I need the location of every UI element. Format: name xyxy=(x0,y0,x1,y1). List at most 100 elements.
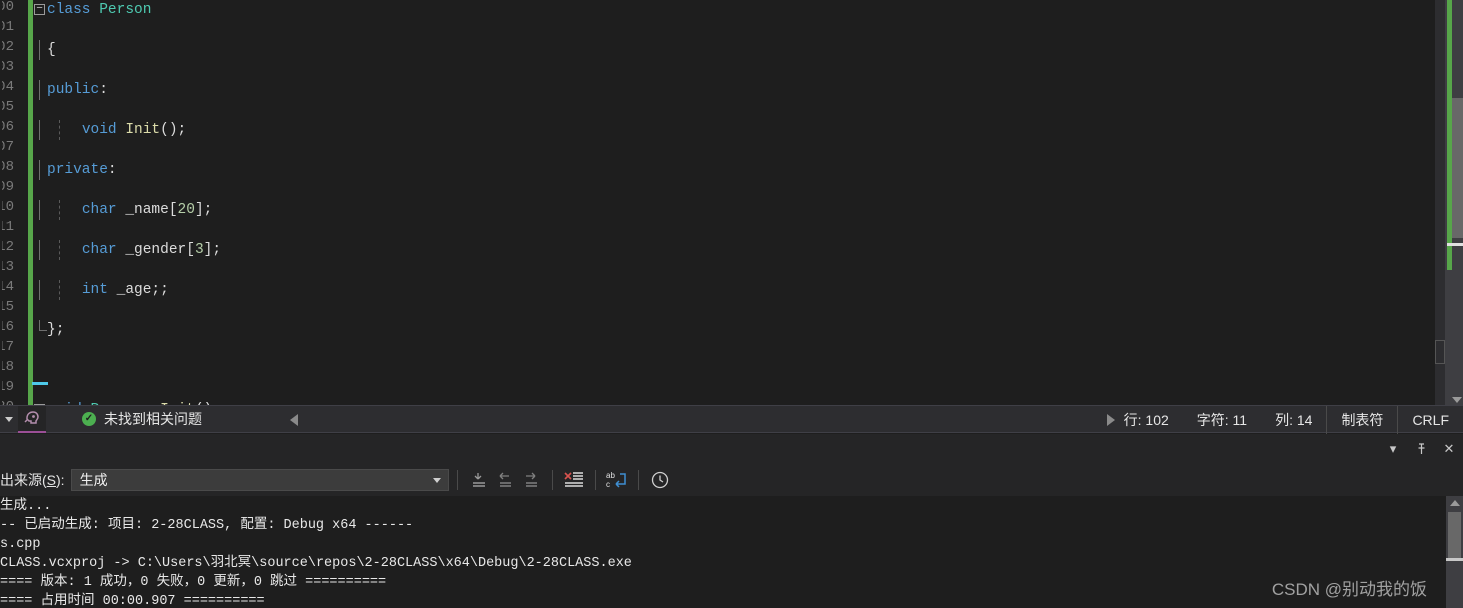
code-line-text: class Person xyxy=(47,0,151,20)
previous-message-icon xyxy=(499,472,511,487)
scroll-up-arrow-icon[interactable] xyxy=(1450,500,1460,506)
collapse-minus-icon[interactable]: − xyxy=(34,4,45,15)
line-number: 106 xyxy=(2,119,14,135)
code-line[interactable]: }; xyxy=(33,320,1435,340)
quick-actions-indicator[interactable] xyxy=(32,382,48,385)
previous-issue-button[interactable] xyxy=(283,406,305,434)
scrollbar-caret-mark xyxy=(1447,243,1463,246)
output-line: CLASS.vcxproj -> C:\Users\羽北冥\source\rep… xyxy=(0,556,632,571)
status-line-endings[interactable]: CRLF xyxy=(1397,406,1463,434)
output-text-area[interactable]: 生成... -- 已启动生成: 项目: 2-28CLASS, 配置: Debug … xyxy=(0,496,1463,608)
line-number: 112 xyxy=(2,239,14,255)
toggle-word-wrap-button[interactable]: ab c xyxy=(604,467,630,493)
code-token: [ xyxy=(186,242,195,258)
code-line-text: { xyxy=(47,40,56,60)
fold-guide-line xyxy=(39,240,40,260)
code-token: : xyxy=(107,162,117,178)
scroll-down-arrow-icon[interactable] xyxy=(1452,397,1462,403)
output-source-select[interactable]: 生成 xyxy=(70,469,449,491)
editor-scrollbar-thumb[interactable] xyxy=(1452,98,1463,238)
clock-icon xyxy=(651,471,668,489)
next-message-button[interactable] xyxy=(518,467,544,493)
svg-text:c: c xyxy=(606,480,610,489)
output-line: ==== 版本: 1 成功，0 失败，0 更新，0 跳过 ========== xyxy=(0,575,387,590)
status-column-number: 列: 14 xyxy=(1275,412,1313,428)
code-token: Init xyxy=(125,122,161,138)
output-toolbar: 出来源(S): 生成 ab c xyxy=(0,464,1463,496)
line-number: 103 xyxy=(2,59,14,75)
toolbar-separator xyxy=(551,470,553,490)
line-number: 116 xyxy=(2,319,14,335)
code-token: : xyxy=(99,82,108,98)
line-number: 101 xyxy=(2,19,14,35)
output-scrollbar-mark xyxy=(1446,558,1463,561)
output-line: s.cpp xyxy=(0,537,41,552)
code-line[interactable]: char _name[20]; xyxy=(33,200,1435,220)
clear-all-button[interactable] xyxy=(561,467,587,493)
fold-guide-line xyxy=(39,120,40,140)
code-token: class xyxy=(47,2,91,18)
code-line[interactable]: private: xyxy=(33,160,1435,180)
status-indent-mode[interactable]: 制表符 xyxy=(1326,406,1397,434)
code-line-text: int _age;; xyxy=(47,280,169,300)
code-line[interactable] xyxy=(33,360,1435,380)
code-text-area[interactable]: − class Person { public: void Init(); privat… xyxy=(33,0,1435,405)
code-line-text: private: xyxy=(47,160,117,180)
code-line[interactable]: int _age;; xyxy=(33,280,1435,300)
status-message-text: 未找到相关问题 xyxy=(104,411,202,427)
code-line[interactable]: − class Person xyxy=(33,0,1435,20)
go-to-message-icon xyxy=(472,473,485,487)
previous-message-button[interactable] xyxy=(492,467,518,493)
dropdown-icon[interactable]: ▾ xyxy=(1385,441,1401,457)
line-number: 100 xyxy=(2,0,14,15)
close-icon[interactable]: ✕ xyxy=(1441,441,1457,457)
line-number: 119 xyxy=(2,379,14,395)
output-panel: ▾ ✕ 出来源(S): 生成 ab c 生成... -- 已启动生成: 项目: … xyxy=(0,434,1463,608)
line-number: 111 xyxy=(2,219,14,235)
pin-glyph xyxy=(1418,442,1424,454)
code-token: 3 xyxy=(194,242,204,258)
editor-vertical-scrollbar[interactable] xyxy=(1435,0,1463,405)
show-timestamps-button[interactable] xyxy=(647,467,673,493)
pin-icon[interactable] xyxy=(1413,441,1429,457)
code-token: }; xyxy=(47,322,65,338)
output-vertical-scrollbar[interactable] xyxy=(1446,496,1463,608)
output-line: 生成... xyxy=(0,499,52,514)
output-line: ==== 占用时间 00:00.907 ========== xyxy=(0,594,265,608)
fold-guide-line xyxy=(39,280,40,300)
code-token: _age;; xyxy=(107,282,169,298)
code-line[interactable]: public: xyxy=(33,80,1435,100)
editor-status-bar: ✓ 未找到相关问题 行: 102 字符: 11 列: 14 制表符 CRLF xyxy=(0,405,1463,434)
toolbar-separator xyxy=(637,470,639,490)
code-editor[interactable]: 100 101 102 103 104 105 106 107 108 109 110 111 112 1… xyxy=(0,0,1463,405)
word-wrap-icon: ab c xyxy=(606,471,626,489)
status-dropdown-button[interactable] xyxy=(0,405,18,433)
line-number: 120 xyxy=(2,397,14,405)
code-line[interactable]: { xyxy=(33,40,1435,60)
output-source-value: 生成 xyxy=(79,472,108,488)
status-bar-right-group: 行: 102 字符: 11 列: 14 制表符 CRLF xyxy=(1110,406,1463,434)
code-token: public xyxy=(47,82,100,98)
code-token: _name xyxy=(116,202,169,218)
go-to-message-button[interactable] xyxy=(466,467,492,493)
next-message-icon xyxy=(525,472,537,487)
status-char-number: 字符: 11 xyxy=(1196,412,1248,428)
code-token: (); xyxy=(160,122,187,138)
code-token: 20 xyxy=(177,202,195,218)
code-token: Person xyxy=(99,2,152,18)
output-scrollbar-thumb[interactable] xyxy=(1448,512,1461,558)
intellisense-tab[interactable] xyxy=(18,405,46,433)
code-line-text: char _name[20]; xyxy=(47,200,213,220)
scrollbar-marker-box xyxy=(1435,340,1445,364)
code-line[interactable]: void Init(); xyxy=(33,120,1435,140)
code-line[interactable]: char _gender[3]; xyxy=(33,240,1435,260)
output-panel-window-controls: ▾ ✕ xyxy=(1385,434,1457,464)
code-token: void xyxy=(81,122,117,138)
code-token: private xyxy=(47,162,108,178)
toolbar-separator xyxy=(456,470,458,490)
code-token: int xyxy=(81,282,108,298)
